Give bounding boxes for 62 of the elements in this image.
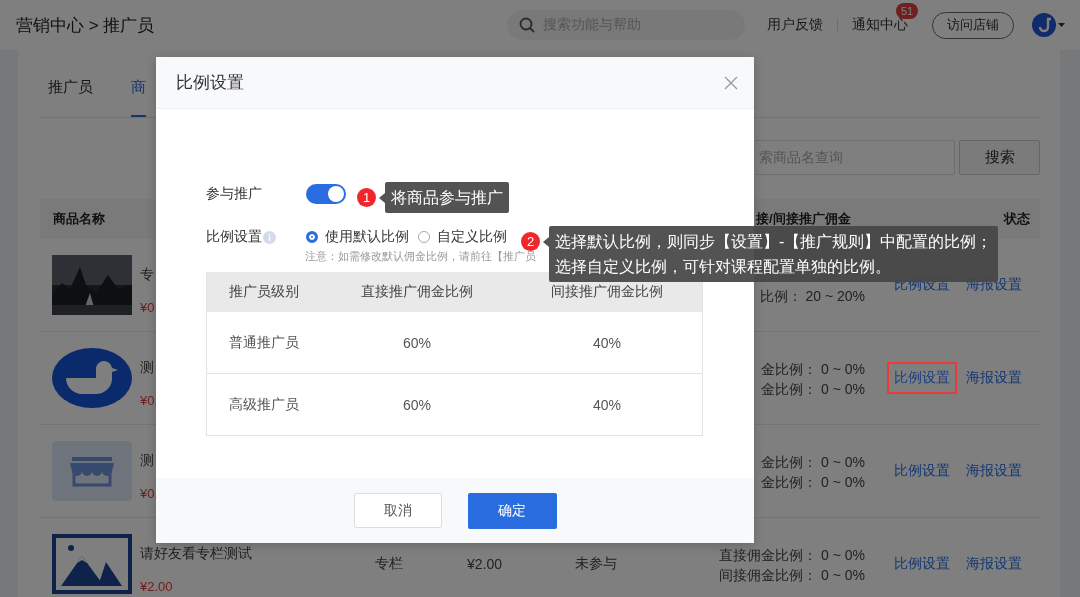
table-cell: 40% — [511, 312, 703, 374]
product-title: 测 — [140, 452, 155, 470]
table-link[interactable]: 比例设置 — [887, 455, 957, 487]
table-cell: 未参与 — [575, 555, 617, 571]
product-title: 测 — [140, 359, 155, 377]
tab[interactable]: 商 — [131, 50, 146, 117]
feedback-link[interactable]: 用户反馈 — [767, 16, 823, 34]
notification-badge: 51 — [896, 3, 919, 19]
product-price: ¥0. — [140, 300, 159, 315]
commission-text: 直接佣金比例： 0 ~ 0% — [719, 547, 865, 565]
close-icon[interactable] — [724, 75, 738, 90]
table-link[interactable]: 海报设置 — [959, 362, 1029, 394]
commission-text: 金比例： 0 ~ 0% — [761, 361, 865, 379]
duck-logo-icon — [52, 348, 132, 408]
table-cell: 60% — [322, 312, 512, 374]
table-cell: 高级推广员 — [206, 373, 322, 436]
commission-text: 金比例： 0 ~ 0% — [761, 454, 865, 472]
cancel-button[interactable]: 取消 — [353, 493, 442, 528]
radio-option[interactable]: 使用默认比例 — [306, 228, 409, 246]
column-header: 状态 — [1004, 210, 1030, 228]
field-label: 比例设置 — [206, 228, 262, 246]
breadcrumb: 营销中心 > 推广员 — [16, 14, 156, 37]
confirm-button[interactable]: 确定 — [467, 492, 557, 529]
search-button[interactable]: 搜索 — [959, 140, 1040, 175]
image-icon — [52, 534, 132, 594]
info-icon — [263, 230, 276, 244]
commission-text: 比例： 20 ~ 20% — [759, 288, 865, 306]
product-price: ¥0. — [140, 393, 159, 408]
table-link[interactable]: 比例设置 — [887, 362, 957, 394]
product-title: 请好友看专栏测试 — [140, 545, 252, 563]
commission-text: 金比例： 0 ~ 0% — [761, 474, 865, 492]
table-link[interactable]: 海报设置 — [959, 548, 1029, 580]
tooltip-text: 将商品参与推广 — [391, 188, 503, 208]
search-icon — [519, 17, 535, 33]
product-title: 专 — [140, 266, 155, 284]
column-header: 接/间接推广佣金 — [756, 210, 852, 228]
tooltip-text: 选择默认比例，则同步【设置】-【推广规则】中配置的比例； — [555, 232, 993, 252]
column-header: 直接推广佣金比例 — [322, 272, 512, 312]
table-cell: 40% — [511, 373, 703, 436]
table-link[interactable]: 海报设置 — [959, 269, 1029, 301]
shop-icon — [52, 441, 132, 501]
table-cell: 60% — [322, 373, 512, 436]
note-text: 注意：如需修改默认佣金比例，请前往【推广员 — [305, 249, 537, 264]
table-cell: 专栏 — [375, 555, 403, 571]
field-label: 参与推广 — [206, 185, 262, 203]
table-cell: ¥2.00 — [467, 556, 503, 572]
notifications-link[interactable]: 通知中心 — [852, 16, 908, 34]
radio-option[interactable]: 自定义比例 — [418, 228, 507, 246]
table-link[interactable]: 海报设置 — [959, 455, 1029, 487]
column-header: 推广员级别 — [206, 272, 322, 312]
table-link[interactable]: 比例设置 — [887, 548, 957, 580]
product-price: ¥0. — [140, 486, 159, 501]
commission-text: 金比例： 0 ~ 0% — [761, 381, 865, 399]
dialog-title: 比例设置 — [176, 72, 244, 94]
commission-text: 间接佣金比例： 0 ~ 0% — [719, 567, 865, 585]
tab[interactable]: 推广员 — [48, 50, 93, 117]
product-price: ¥2.00 — [140, 579, 174, 594]
toggle-switch[interactable] — [306, 184, 346, 204]
column-header: 商品名称 — [53, 210, 106, 228]
avatar-icon[interactable] — [1032, 13, 1066, 37]
visit-store-button[interactable]: 访问店铺 — [932, 11, 1014, 39]
table-cell: 普通推广员 — [206, 312, 322, 374]
